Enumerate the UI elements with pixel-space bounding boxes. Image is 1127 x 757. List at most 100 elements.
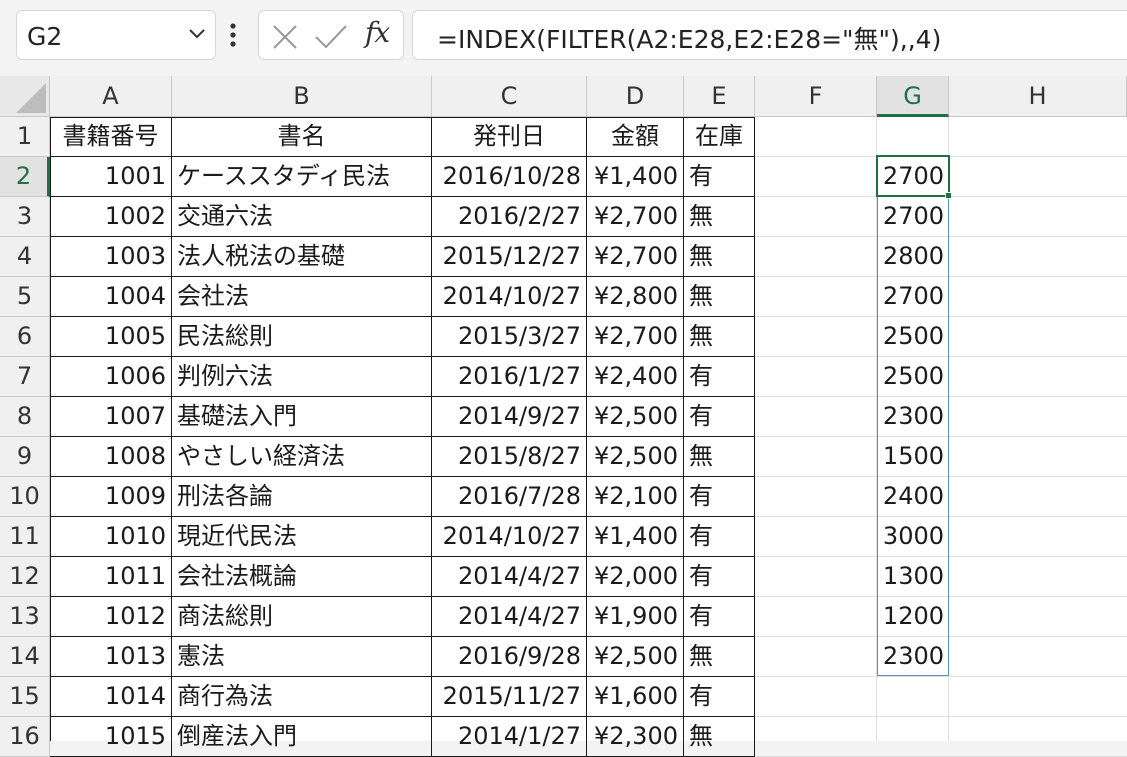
spill-value-cell[interactable]: 2300 [877,397,949,437]
date-cell[interactable]: 2014/4/27 [432,597,587,637]
column-header-a[interactable]: A [50,76,172,117]
row-header-12[interactable]: 12 [0,557,50,597]
column-header-g[interactable]: G [877,76,949,117]
price-cell[interactable]: ¥1,600 [587,677,684,717]
row-header-10[interactable]: 10 [0,477,50,517]
title-cell[interactable]: 憲法 [172,637,432,677]
book-number-cell[interactable]: 1011 [50,557,172,597]
price-cell[interactable]: ¥1,400 [587,517,684,557]
header-cell[interactable]: 在庫 [684,117,755,157]
title-cell[interactable]: 交通六法 [172,197,432,237]
stock-cell[interactable]: 有 [684,517,755,557]
date-cell[interactable]: 2016/7/28 [432,477,587,517]
title-cell[interactable]: 刑法各論 [172,477,432,517]
book-number-cell[interactable]: 1010 [50,517,172,557]
select-all-corner[interactable] [0,76,50,117]
book-number-cell[interactable]: 1007 [50,397,172,437]
chevron-down-icon[interactable] [187,26,207,46]
date-cell[interactable]: 2016/1/27 [432,357,587,397]
column-header-e[interactable]: E [684,76,755,117]
title-cell[interactable]: やさしい経済法 [172,437,432,477]
price-cell[interactable]: ¥2,500 [587,437,684,477]
date-cell[interactable]: 2016/10/28 [432,157,587,197]
title-cell[interactable]: 会社法 [172,277,432,317]
cancel-icon[interactable] [271,24,299,54]
row-header-11[interactable]: 11 [0,517,50,557]
stock-cell[interactable]: 無 [684,277,755,317]
row-header-4[interactable]: 4 [0,237,50,277]
book-number-cell[interactable]: 1001 [50,157,172,197]
book-number-cell[interactable]: 1013 [50,637,172,677]
spreadsheet-grid[interactable]: A B C D E F G H 1 2 3 4 5 6 7 8 9 10 11 12 13 14 15 16 書籍番号 書名 発刊日… [0,76,1127,757]
date-cell[interactable]: 2015/8/27 [432,437,587,477]
title-cell[interactable]: 現近代民法 [172,517,432,557]
price-cell[interactable]: ¥2,500 [587,637,684,677]
date-cell[interactable]: 2014/9/27 [432,397,587,437]
date-cell[interactable]: 2014/10/27 [432,517,587,557]
price-cell[interactable]: ¥2,800 [587,277,684,317]
spill-value-cell[interactable]: 3000 [877,517,949,557]
column-header-b[interactable]: B [172,76,432,117]
price-cell[interactable]: ¥2,000 [587,557,684,597]
stock-cell[interactable]: 有 [684,557,755,597]
title-cell[interactable]: 会社法概論 [172,557,432,597]
column-header-h[interactable]: H [949,76,1127,117]
spill-value-cell[interactable]: 1200 [877,597,949,637]
stock-cell[interactable]: 有 [684,357,755,397]
row-header-3[interactable]: 3 [0,197,50,237]
spill-value-cell[interactable]: 1500 [877,437,949,477]
stock-cell[interactable]: 無 [684,197,755,237]
formula-input[interactable]: =INDEX(FILTER(A2:E28,E2:E28="無"),,4) [412,10,1127,60]
date-cell[interactable]: 2014/1/27 [432,717,587,757]
book-number-cell[interactable]: 1012 [50,597,172,637]
header-cell[interactable]: 金額 [587,117,684,157]
row-header-15[interactable]: 15 [0,677,50,717]
row-header-13[interactable]: 13 [0,597,50,637]
title-cell[interactable]: 基礎法入門 [172,397,432,437]
date-cell[interactable]: 2014/10/27 [432,277,587,317]
row-header-8[interactable]: 8 [0,397,50,437]
book-number-cell[interactable]: 1003 [50,237,172,277]
title-cell[interactable]: 商法総則 [172,597,432,637]
date-cell[interactable]: 2016/9/28 [432,637,587,677]
title-cell[interactable]: ケーススタディ民法 [172,157,432,197]
price-cell[interactable]: ¥2,100 [587,477,684,517]
row-header-16[interactable]: 16 [0,717,50,757]
spill-value-cell[interactable]: 2300 [877,637,949,677]
price-cell[interactable]: ¥2,400 [587,357,684,397]
row-header-9[interactable]: 9 [0,437,50,477]
fill-handle[interactable] [945,192,952,199]
stock-cell[interactable]: 有 [684,397,755,437]
stock-cell[interactable]: 有 [684,677,755,717]
title-cell[interactable]: 法人税法の基礎 [172,237,432,277]
row-header-5[interactable]: 5 [0,277,50,317]
date-cell[interactable]: 2014/4/27 [432,557,587,597]
title-cell[interactable]: 倒産法入門 [172,717,432,757]
date-cell[interactable]: 2016/2/27 [432,197,587,237]
book-number-cell[interactable]: 1004 [50,277,172,317]
price-cell[interactable]: ¥2,700 [587,197,684,237]
book-number-cell[interactable]: 1005 [50,317,172,357]
header-cell[interactable]: 書名 [172,117,432,157]
header-cell[interactable]: 書籍番号 [50,117,172,157]
stock-cell[interactable]: 無 [684,437,755,477]
stock-cell[interactable]: 無 [684,317,755,357]
title-cell[interactable]: 判例六法 [172,357,432,397]
title-cell[interactable]: 商行為法 [172,677,432,717]
more-options-icon[interactable] [229,22,237,52]
stock-cell[interactable]: 有 [684,477,755,517]
stock-cell[interactable]: 無 [684,237,755,277]
spill-value-cell[interactable]: 2400 [877,477,949,517]
title-cell[interactable]: 民法総則 [172,317,432,357]
spill-value-cell[interactable]: 2500 [877,317,949,357]
spill-value-cell[interactable]: 2500 [877,357,949,397]
book-number-cell[interactable]: 1002 [50,197,172,237]
row-header-1[interactable]: 1 [0,117,50,157]
price-cell[interactable]: ¥2,700 [587,237,684,277]
column-header-f[interactable]: F [755,76,877,117]
row-header-2[interactable]: 2 [0,157,50,197]
insert-function-icon[interactable]: fx [365,16,390,49]
price-cell[interactable]: ¥2,300 [587,717,684,757]
column-header-c[interactable]: C [432,76,587,117]
price-cell[interactable]: ¥1,400 [587,157,684,197]
